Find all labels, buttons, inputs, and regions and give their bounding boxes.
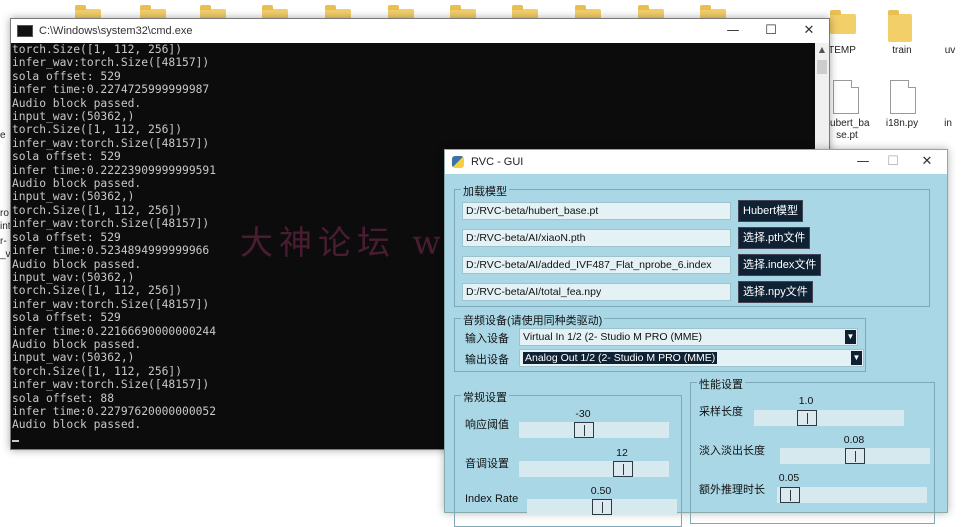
rvc-window[interactable]: RVC - GUI — ☐ ✕ 加载模型 D:/RVC-beta/hubert_… [444,149,948,527]
maximize-button[interactable]: ☐ [753,19,789,43]
file-icon[interactable] [890,80,916,114]
console-line: torch.Size([1, 112, 256]) [12,43,183,56]
pitch-slider[interactable] [519,461,669,477]
select-index-button[interactable]: 选择.index文件 [738,254,822,276]
audio-frame-title: 音频设备(请使用同种类驱动) [461,312,605,328]
console-line: input_wav:(50362,) [12,110,135,124]
console-line: sola offset: 529 [12,69,121,83]
general-frame-title: 常规设置 [461,389,509,405]
extra-time-label: 额外推理时长 [699,484,765,496]
npy-path-field[interactable]: D:/RVC-beta/AI/total_fea.npy [462,283,731,301]
index-rate-slider[interactable] [527,499,677,515]
threshold-value: -30 [575,408,591,420]
cmd-title: C:\Windows\system32\cmd.exe [39,25,193,37]
fade-length-value: 0.08 [843,434,865,446]
slider-thumb[interactable] [574,422,594,438]
slider-thumb[interactable] [797,410,817,426]
console-line: Audio block passed. [12,96,142,110]
hubert-button[interactable]: Hubert模型 [738,200,804,222]
console-line: torch.Size([1, 112, 256]) [12,123,183,137]
input-device-value: Virtual In 1/2 (2- Studio M PRO (MME) [523,331,702,343]
extra-time-slider[interactable] [777,487,927,503]
python-icon [452,156,464,168]
desktop-label-train[interactable]: train [880,45,924,56]
extra-time-value: 0.05 [778,472,800,484]
pitch-label: 音调设置 [465,458,509,470]
threshold-slider[interactable] [519,422,669,438]
slider-thumb[interactable] [613,461,633,477]
maximize-button[interactable]: ☐ [875,150,911,174]
perf-frame-title: 性能设置 [697,376,745,392]
slider-thumb[interactable] [780,487,800,503]
minimize-button[interactable]: — [715,19,751,43]
desktop-label-i18n[interactable]: i18n.py [880,118,924,129]
slider-thumb[interactable] [845,448,865,464]
slider-thumb[interactable] [592,499,612,515]
index-rate-label: Index Rate [465,493,519,505]
sample-length-value: 1.0 [798,395,814,407]
fade-length-slider[interactable] [780,448,930,464]
desktop-label-uv[interactable]: uv [940,45,960,56]
select-npy-button[interactable]: 选择.npy文件 [738,281,813,303]
rvc-titlebar[interactable]: RVC - GUI — ☐ ✕ [445,150,947,174]
console-icon [17,25,33,37]
threshold-label: 响应阈值 [465,419,509,431]
sample-length-slider[interactable] [754,410,904,426]
pth-path-field[interactable]: D:/RVC-beta/AI/xiaoN.pth [462,229,731,247]
folder-icon[interactable] [888,10,912,42]
audio-device-frame: 音频设备(请使用同种类驱动) 输入设备 Virtual In 1/2 (2- S… [454,312,866,372]
chevron-down-icon[interactable]: ▼ [845,330,856,344]
console-line: infer_wav:torch.Size([48157]) [12,56,210,70]
desktop-label-fragment: ro [0,208,9,219]
rvc-title: RVC - GUI [471,156,524,168]
desktop-label-fragment: e [0,130,6,141]
model-frame-title: 加载模型 [461,183,509,199]
input-device-label: 输入设备 [465,333,509,345]
close-button[interactable]: ✕ [791,19,827,43]
index-rate-value: 0.50 [590,485,612,497]
folder-icon[interactable] [830,10,856,34]
desktop-label-fragment: r- [0,236,7,247]
chevron-down-icon[interactable]: ▼ [851,351,862,365]
desktop-label-temp[interactable]: TEMP [825,45,859,56]
general-settings-frame: 常规设置 响应阈值 -30 音调设置 12 Index Rate 0.50 [454,389,682,527]
sample-length-label: 采样长度 [699,406,743,418]
file-icon[interactable] [833,80,859,114]
scroll-thumb[interactable] [817,60,827,74]
desktop-label-fragment: _v [0,249,11,260]
pitch-value: 12 [616,447,628,459]
input-device-select[interactable]: Virtual In 1/2 (2- Studio M PRO (MME) ▼ [519,328,858,346]
output-device-value: Analog Out 1/2 (2- Studio M PRO (MME) [523,352,718,364]
index-path-field[interactable]: D:/RVC-beta/AI/added_IVF487_Flat_nprobe_… [462,256,731,274]
select-pth-button[interactable]: 选择.pth文件 [738,227,811,249]
close-button[interactable]: ✕ [909,150,945,174]
output-device-select[interactable]: Analog Out 1/2 (2- Studio M PRO (MME) ▼ [519,349,864,367]
performance-settings-frame: 性能设置 采样长度 1.0 淡入淡出长度 0.08 额外推理时长 0.05 [690,376,935,524]
model-frame: 加载模型 D:/RVC-beta/hubert_base.pt Hubert模型… [454,183,930,307]
fade-length-label: 淡入淡出长度 [699,445,765,457]
desktop-label-in[interactable]: in [938,118,958,129]
cmd-titlebar[interactable]: C:\Windows\system32\cmd.exe — ☐ ✕ [11,19,829,43]
hubert-path-field[interactable]: D:/RVC-beta/hubert_base.pt [462,202,731,220]
scroll-up-icon[interactable]: ▲ [815,43,829,57]
console-line: infer time:0.2274725999999987 [12,83,210,97]
output-device-label: 输出设备 [465,354,509,366]
